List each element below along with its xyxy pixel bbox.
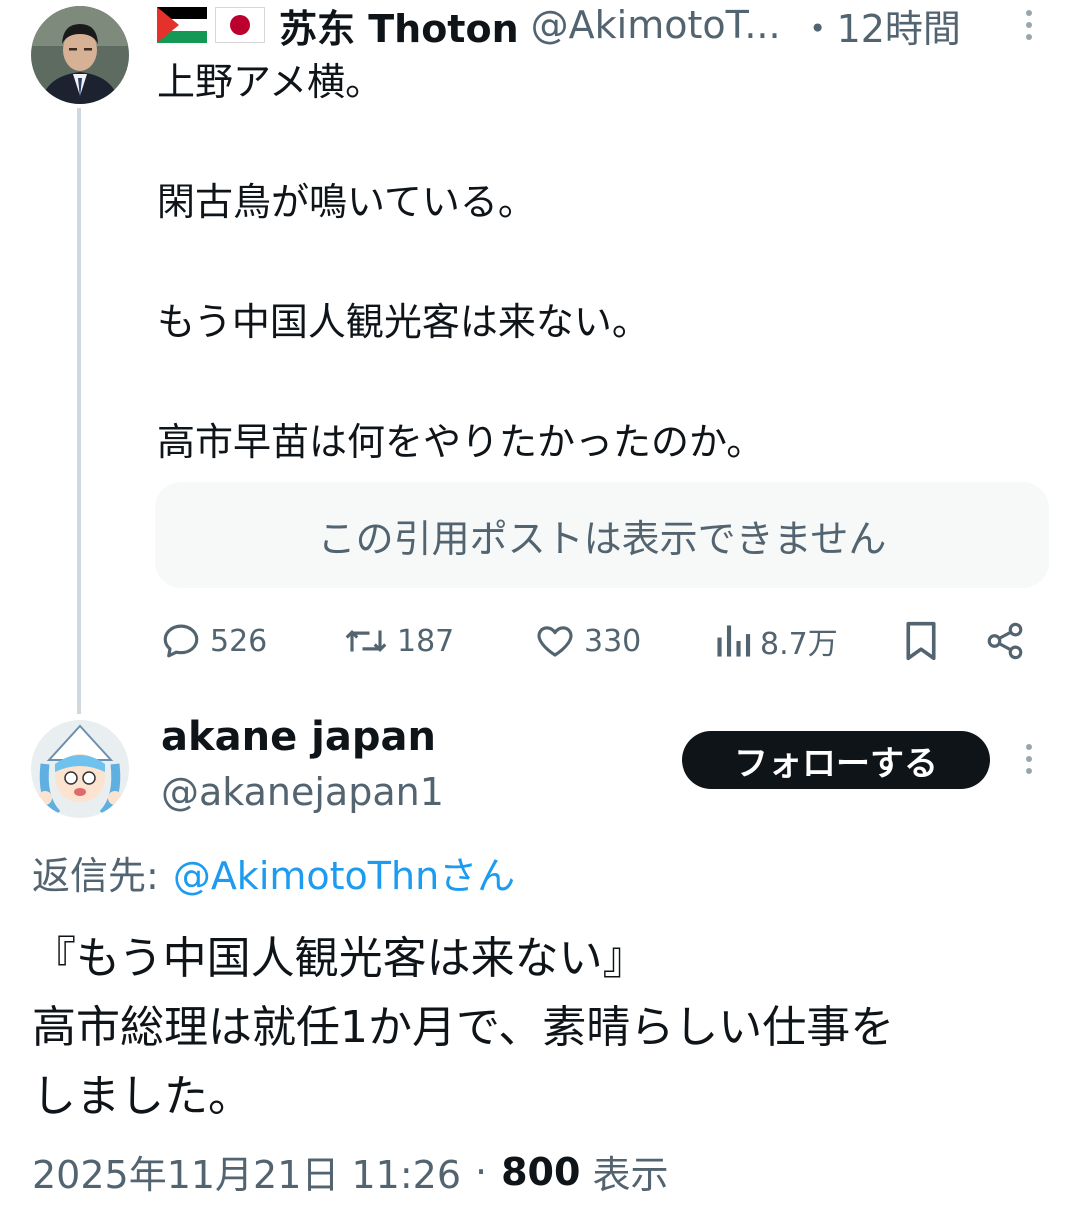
views-button[interactable]: 8.7万	[714, 614, 838, 668]
post-text: 上野アメ横。 閑古鳥が鳴いている。 もう中国人観光客は来ない。 高市早苗は何をや…	[157, 60, 765, 464]
more-options-icon[interactable]	[1023, 10, 1035, 40]
reply-more-options-icon[interactable]	[1023, 744, 1035, 774]
reply-icon	[163, 624, 199, 658]
author-avatar[interactable]	[31, 6, 129, 104]
share-icon	[987, 622, 1023, 660]
reply-views-count: 800	[501, 1149, 581, 1194]
reply-author-avatar[interactable]	[31, 720, 129, 818]
man-portrait-icon	[31, 6, 129, 104]
repost-count: 187	[397, 623, 455, 659]
reply-timestamp[interactable]: 2025年11月21日 11:26	[32, 1144, 461, 1199]
quote-unavailable-box: この引用ポストは表示できません	[155, 482, 1049, 588]
share-button[interactable]	[984, 614, 1034, 668]
bookmark-icon	[906, 621, 936, 661]
reply-author-display-name[interactable]: akane japan	[161, 714, 436, 760]
reply-count: 526	[210, 623, 268, 659]
reply-meta: 2025年11月21日 11:26 · 800 表示	[32, 1144, 668, 1199]
views-count: 8.7万	[760, 627, 838, 662]
like-count: 330	[584, 623, 642, 659]
reply-views-label: 表示	[592, 1153, 669, 1197]
repost-icon	[345, 630, 387, 652]
anime-character-icon	[31, 720, 129, 818]
quote-unavailable-label: この引用ポストは表示できません	[317, 516, 887, 561]
reply-author-handle[interactable]: @akanejapan1	[161, 770, 444, 814]
reply-to-mention-link[interactable]: @AkimotoThnさん	[173, 845, 515, 900]
reply-text: 『もう中国人観光客は来ない』 高市総理は就任1か月で、素晴らしい仕事を しました…	[32, 933, 895, 1122]
bookmark-button[interactable]	[901, 614, 949, 668]
follow-button-label: フォローする	[734, 743, 938, 784]
reply-to-prefix: 返信先:	[32, 854, 159, 898]
palestine-flag-icon	[157, 7, 207, 43]
heart-icon	[537, 626, 573, 657]
japan-flag-icon	[215, 7, 265, 43]
meta-separator: ·	[475, 1149, 488, 1194]
reply-button[interactable]: 526	[160, 614, 267, 668]
follow-button[interactable]: フォローする	[682, 731, 990, 789]
like-button[interactable]: 330	[534, 614, 641, 668]
thread-connector	[77, 108, 81, 714]
author-handle[interactable]: @AkimotoT...	[531, 3, 781, 47]
post-time[interactable]: ・12時間	[799, 0, 961, 53]
post-header: 苏东 Thoton @AkimotoT... ・12時間	[157, 0, 1007, 53]
analytics-icon	[717, 625, 751, 657]
repost-button[interactable]: 187	[343, 614, 454, 668]
reply-to-line: 返信先: @AkimotoThnさん	[32, 845, 515, 900]
author-display-name[interactable]: 苏东 Thoton	[279, 0, 519, 53]
